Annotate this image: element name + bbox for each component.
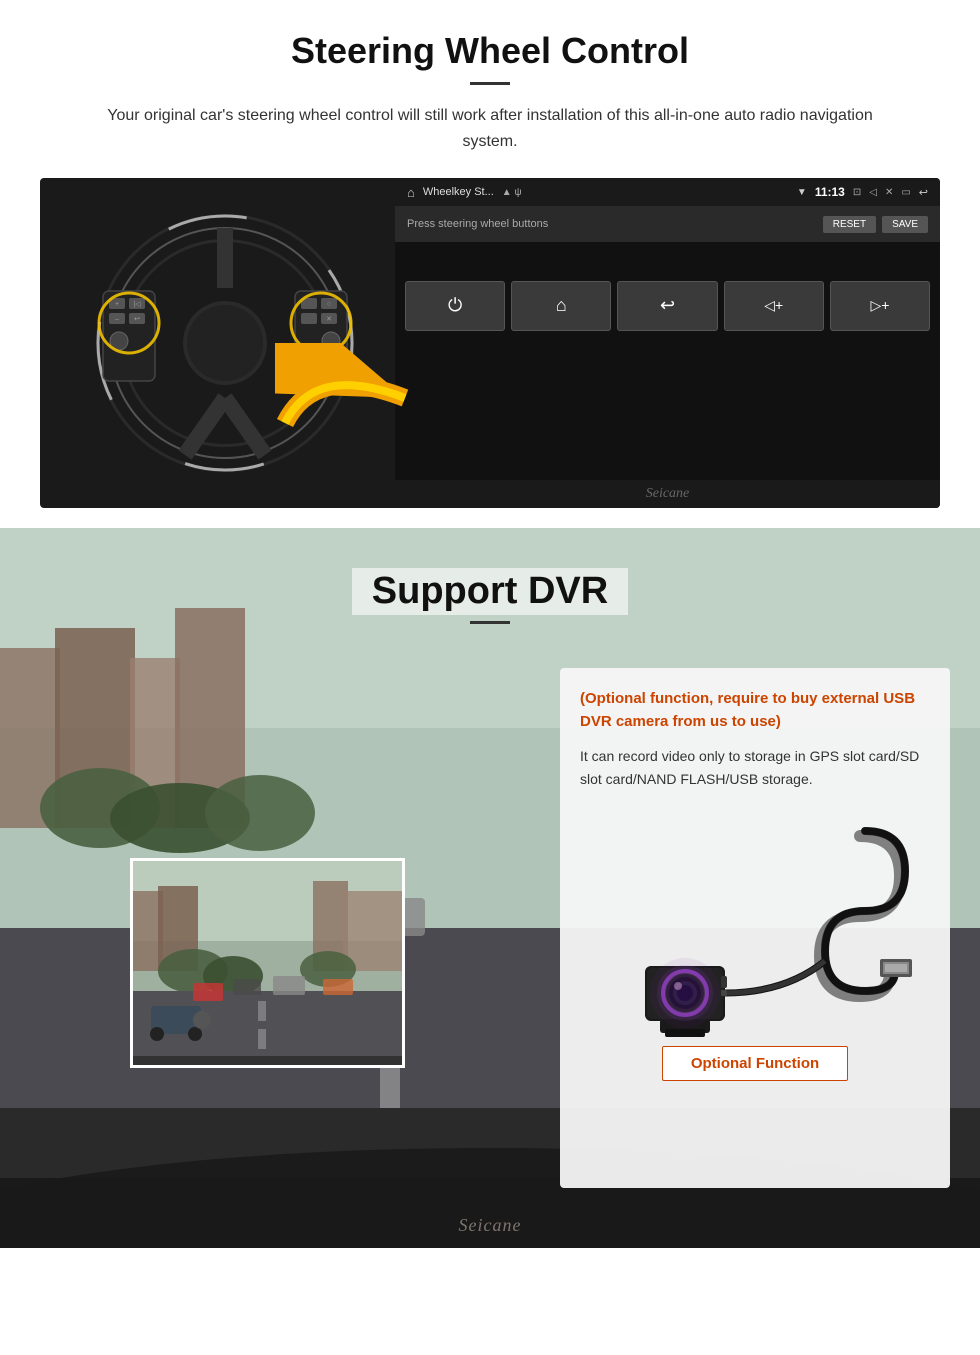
dvr-optional-text: (Optional function, require to buy exter… [580,688,930,733]
head-unit-screen: ⌂ Wheelkey St... ▲ ψ ▼ 11:13 ⊡ ◁ ✕ ▭ ↩ P… [395,178,940,508]
hu-btn-vol-down[interactable]: ◁+ [724,281,824,331]
hu-home-icon: ⌂ [407,185,415,200]
steering-wheel-section: Steering Wheel Control Your original car… [0,0,980,528]
dvr-title: Support DVR [352,568,628,615]
optional-function-button[interactable]: Optional Function [662,1046,848,1081]
hu-btn-power[interactable]: ⏻ [405,281,505,331]
hu-time: 11:13 [815,185,845,199]
hu-nav-title: Wheelkey St... [423,186,494,198]
dvr-thumb-svg [133,861,405,1068]
dvr-description: It can record video only to storage in G… [580,745,930,790]
hu-btn-vol-up[interactable]: ▷+ [830,281,930,331]
steering-composite-image: + |◁ – ↩ ○ ✕ [40,178,940,508]
steering-title: Steering Wheel Control [40,30,940,72]
dvr-thumb-scene [133,861,402,1065]
hu-press-text: Press steering wheel buttons [407,218,548,230]
dvr-info-card: (Optional function, require to buy exter… [560,668,950,1188]
dvr-title-area: Support DVR [0,568,980,624]
dvr-thumbnail [130,858,405,1068]
hu-save-button[interactable]: SAVE [882,216,928,233]
hu-function-buttons: ⏻ ⌂ ↩ ◁+ ▷+ [395,242,940,369]
dvr-camera-image [580,806,930,1046]
svg-text:|◁: |◁ [133,301,141,308]
hu-statusbar: ⌂ Wheelkey St... ▲ ψ ▼ 11:13 ⊡ ◁ ✕ ▭ ↩ [395,178,940,206]
svg-text:–: – [115,316,119,323]
steering-description: Your original car's steering wheel contr… [80,103,900,154]
hu-camera-icon: ⊡ [853,187,861,198]
title-divider [470,82,510,85]
dvr-section: Support DVR [0,528,980,1248]
hu-screen-icon: ▭ [901,187,910,198]
dvr-title-divider [470,621,510,624]
hu-signal-icons: ▲ ψ [502,187,522,198]
svg-text:○: ○ [327,301,331,308]
hu-control-bar: Press steering wheel buttons RESET SAVE [395,206,940,242]
hu-back-icon: ↩ [919,186,928,199]
hu-x-icon: ✕ [885,187,893,198]
dvr-watermark: Seicane [0,1215,980,1236]
dvr-camera-svg [585,811,925,1041]
hu-empty-area [395,369,940,480]
hu-btn-home[interactable]: ⌂ [511,281,611,331]
hu-reset-button[interactable]: RESET [823,216,876,233]
hu-btn-back[interactable]: ↩ [617,281,717,331]
hu-watermark: Seicane [395,480,940,508]
hu-wifi-icon: ▼ [797,187,807,198]
steering-wheel-photo: + |◁ – ↩ ○ ✕ [40,178,410,508]
yellow-arrow [275,343,410,453]
svg-text:✕: ✕ [326,316,332,323]
svg-text:↩: ↩ [134,316,140,323]
hu-volume-icon: ◁ [869,187,877,198]
svg-text:+: + [115,301,119,308]
